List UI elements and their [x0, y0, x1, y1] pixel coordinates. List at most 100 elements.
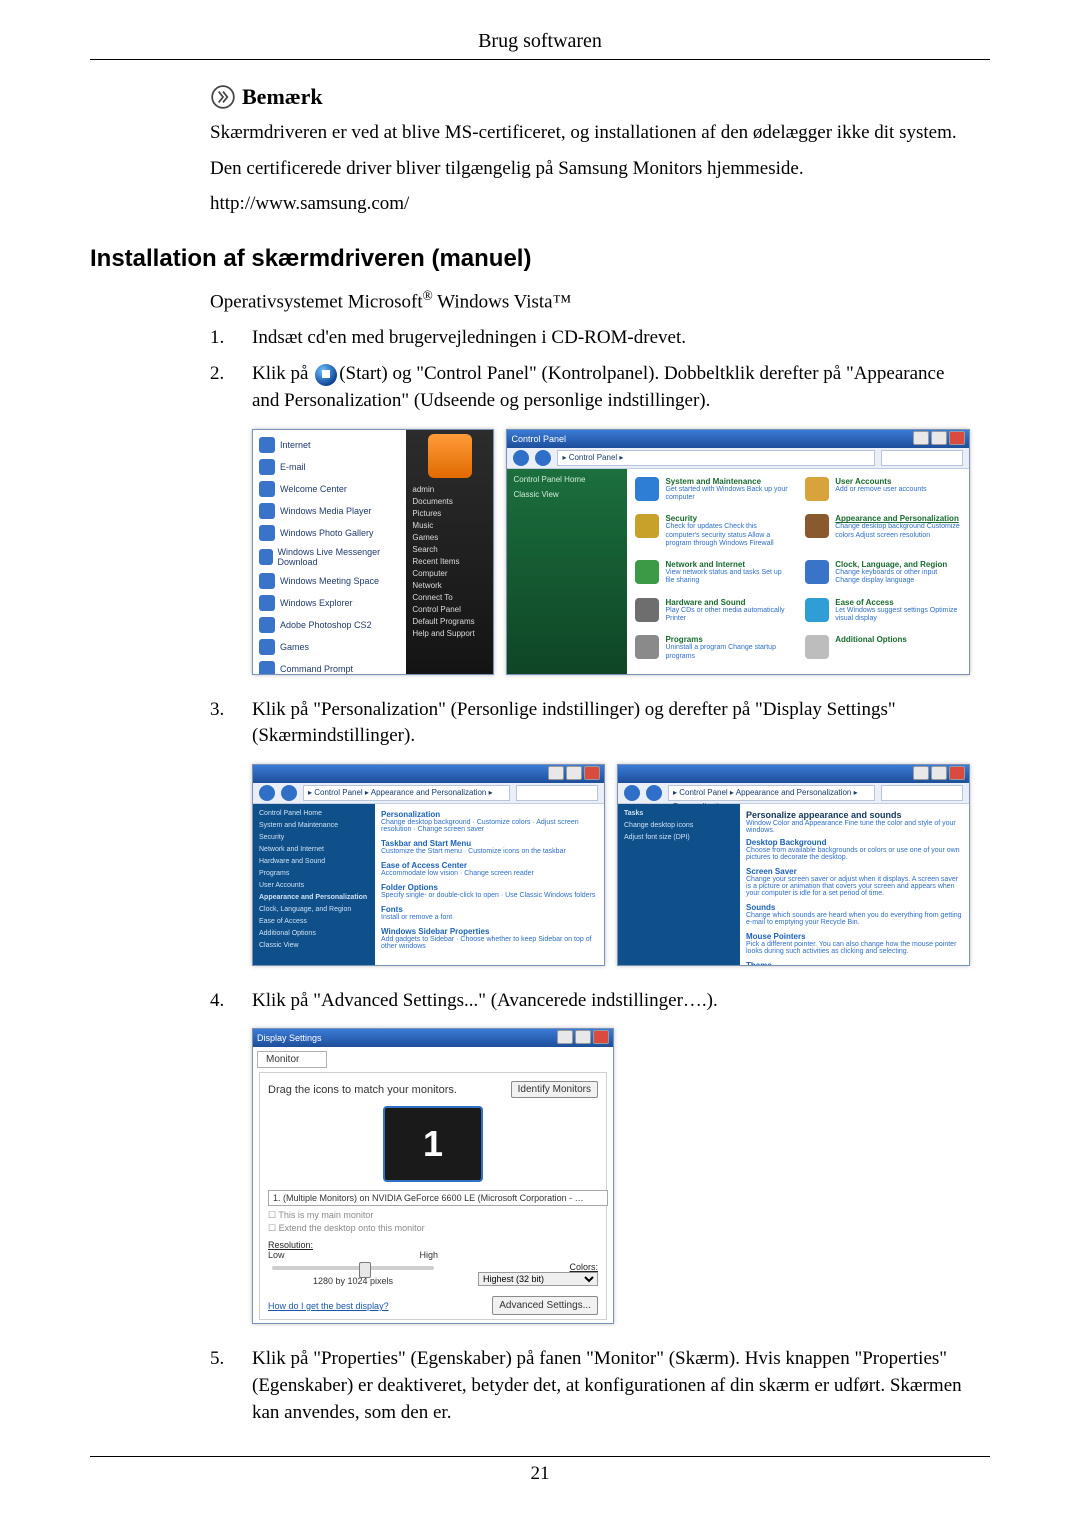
cp-category-appearance[interactable]: Appearance and PersonalizationChange des…	[805, 514, 961, 554]
personalization-group[interactable]: Screen SaverChange your screen saver or …	[746, 867, 963, 897]
appearance-group-folder[interactable]: Folder OptionsSpecify single- or double-…	[381, 883, 598, 899]
resolution-slider[interactable]: Resolution: LowHigh 1280 by 1024 pixels	[268, 1240, 438, 1286]
forward-button-icon[interactable]	[646, 785, 662, 801]
step-1-text: Indsæt cd'en med brugervejledningen i CD…	[252, 325, 970, 352]
start-menu-item[interactable]: Games	[259, 636, 400, 658]
search-input[interactable]	[881, 785, 963, 801]
start-menu-item[interactable]: Windows Meeting Space	[259, 570, 400, 592]
start-menu-right-item[interactable]: Help and Support	[412, 629, 487, 638]
address-bar: ▸ Control Panel ▸	[507, 448, 969, 469]
back-button-icon[interactable]	[513, 450, 529, 466]
window-buttons[interactable]	[546, 766, 600, 782]
breadcrumb[interactable]: ▸ Control Panel ▸ Appearance and Persona…	[668, 785, 875, 801]
advanced-settings-button[interactable]: Advanced Settings...	[492, 1296, 598, 1315]
start-menu-item[interactable]: Adobe Photoshop CS2	[259, 614, 400, 636]
start-menu-item[interactable]: Welcome Center	[259, 478, 400, 500]
breadcrumb[interactable]: ▸ Control Panel ▸	[557, 450, 875, 466]
appearance-group-ease[interactable]: Ease of Access CenterAccommodate low vis…	[381, 861, 598, 877]
forward-button-icon[interactable]	[535, 450, 551, 466]
sidebar-item[interactable]: Additional Options	[259, 930, 369, 937]
colors-select[interactable]: Highest (32 bit)	[478, 1272, 598, 1286]
start-menu-item[interactable]: Internet	[259, 434, 400, 456]
start-menu-right-item[interactable]: Music	[412, 521, 487, 530]
cp-category-programs[interactable]: ProgramsUninstall a program Change start…	[635, 635, 791, 667]
appearance-sidebar: Control Panel Home System and Maintenanc…	[253, 804, 375, 966]
personalization-group[interactable]: SoundsChange which sounds are heard when…	[746, 903, 963, 926]
appearance-group-sidebar[interactable]: Windows Sidebar PropertiesAdd gadgets to…	[381, 927, 598, 950]
monitor-device-select[interactable]: 1. (Multiple Monitors) on NVIDIA GeForce…	[268, 1190, 608, 1206]
page-header-title: Brug softwaren	[90, 30, 990, 53]
sidebar-item[interactable]: Classic View	[259, 942, 369, 949]
sidebar-item[interactable]: Hardware and Sound	[259, 858, 369, 865]
window-buttons[interactable]	[911, 431, 965, 447]
start-menu-right-item[interactable]: Network	[412, 581, 487, 590]
sidebar-item[interactable]: User Accounts	[259, 882, 369, 889]
start-menu-right-item[interactable]: Control Panel	[412, 605, 487, 614]
control-panel-sidebar: Control Panel Home Classic View	[507, 469, 627, 675]
window-title: Control Panel	[511, 434, 566, 444]
screenshot-control-panel: Control Panel ▸ Control Panel ▸ Control …	[506, 429, 970, 675]
personalization-group[interactable]: Desktop BackgroundChoose from available …	[746, 838, 963, 861]
start-menu-right-item[interactable]: Computer	[412, 569, 487, 578]
start-menu-right-item[interactable]: Documents	[412, 497, 487, 506]
start-menu-right-item[interactable]: Games	[412, 533, 487, 542]
back-button-icon[interactable]	[624, 785, 640, 801]
personalization-group[interactable]: Mouse PointersPick a different pointer. …	[746, 932, 963, 955]
cp-category-hardware[interactable]: Hardware and SoundPlay CDs or other medi…	[635, 598, 791, 630]
cp-category-additional[interactable]: Additional Options	[805, 635, 961, 667]
intro-prefix: Operativsystemet Microsoft	[210, 291, 423, 312]
sidebar-item[interactable]: Adjust font size (DPI)	[624, 834, 734, 841]
identify-monitors-button[interactable]: Identify Monitors	[511, 1081, 598, 1098]
sidebar-item[interactable]: Control Panel Home	[513, 475, 621, 484]
step-4-number: 4.	[210, 988, 252, 1015]
tab-monitor[interactable]: Monitor	[257, 1051, 327, 1068]
start-menu-right-item[interactable]: Default Programs	[412, 617, 487, 626]
sidebar-item[interactable]: Change desktop icons	[624, 822, 734, 829]
breadcrumb[interactable]: ▸ Control Panel ▸ Appearance and Persona…	[303, 785, 510, 801]
search-input[interactable]	[516, 785, 598, 801]
cp-category-clock[interactable]: Clock, Language, and RegionChange keyboa…	[805, 560, 961, 592]
start-menu-item[interactable]: Command Prompt	[259, 658, 400, 675]
sidebar-item[interactable]: System and Maintenance	[259, 822, 369, 829]
appearance-group-taskbar[interactable]: Taskbar and Start MenuCustomize the Star…	[381, 839, 598, 855]
appearance-group-personalization[interactable]: PersonalizationChange desktop background…	[381, 810, 598, 833]
window-buttons[interactable]	[555, 1030, 609, 1046]
start-menu-item[interactable]: Windows Photo Gallery	[259, 522, 400, 544]
forward-button-icon[interactable]	[281, 785, 297, 801]
colors-label: Colors:	[468, 1262, 598, 1272]
sidebar-item[interactable]: Programs	[259, 870, 369, 877]
sidebar-item[interactable]: Appearance and Personalization	[259, 894, 369, 901]
back-button-icon[interactable]	[259, 785, 275, 801]
appearance-group-fonts[interactable]: FontsInstall or remove a font	[381, 905, 598, 921]
cp-category-network[interactable]: Network and InternetView network status …	[635, 560, 791, 592]
sidebar-item[interactable]: Security	[259, 834, 369, 841]
sidebar-item[interactable]: Clock, Language, and Region	[259, 906, 369, 913]
start-menu-item[interactable]: Windows Media Player	[259, 500, 400, 522]
help-link[interactable]: How do I get the best display?	[268, 1301, 389, 1311]
sidebar-item[interactable]: Ease of Access	[259, 918, 369, 925]
cp-category-ease-of-access[interactable]: Ease of AccessLet Windows suggest settin…	[805, 598, 961, 630]
step-2-screenshots: Internet E-mail Welcome Center Windows M…	[210, 429, 970, 675]
sidebar-item[interactable]: Classic View	[513, 490, 621, 499]
checkbox-main-monitor[interactable]: ☐ This is my main monitor	[268, 1210, 598, 1221]
slider-thumb-icon[interactable]	[359, 1262, 371, 1278]
start-menu-right-item[interactable]: Connect To	[412, 593, 487, 602]
start-menu-right-item[interactable]: Search	[412, 545, 487, 554]
start-menu-item[interactable]: Windows Live Messenger Download	[259, 544, 400, 570]
start-menu-right-item[interactable]: Recent Items	[412, 557, 487, 566]
search-input[interactable]	[881, 450, 963, 466]
sidebar-item[interactable]: Network and Internet	[259, 846, 369, 853]
personalization-group[interactable]: ThemeChange the theme. Themes can change…	[746, 961, 963, 966]
start-menu-item[interactable]: Windows Explorer	[259, 592, 400, 614]
start-menu-item[interactable]: E-mail	[259, 456, 400, 478]
start-menu-right-item[interactable]: Pictures	[412, 509, 487, 518]
sidebar-item[interactable]: Control Panel Home	[259, 810, 369, 817]
monitor-preview-icon[interactable]: 1	[383, 1106, 483, 1182]
window-buttons[interactable]	[911, 766, 965, 782]
checkbox-extend-desktop[interactable]: ☐ Extend the desktop onto this monitor	[268, 1223, 598, 1234]
cp-category-system[interactable]: System and MaintenanceGet started with W…	[635, 477, 791, 509]
cp-category-user-accounts[interactable]: User AccountsAdd or remove user accounts	[805, 477, 961, 509]
window-title: Display Settings	[257, 1033, 322, 1043]
note-paragraph-3-url: http://www.samsung.com/	[210, 191, 960, 217]
cp-category-security[interactable]: SecurityCheck for updates Check this com…	[635, 514, 791, 554]
